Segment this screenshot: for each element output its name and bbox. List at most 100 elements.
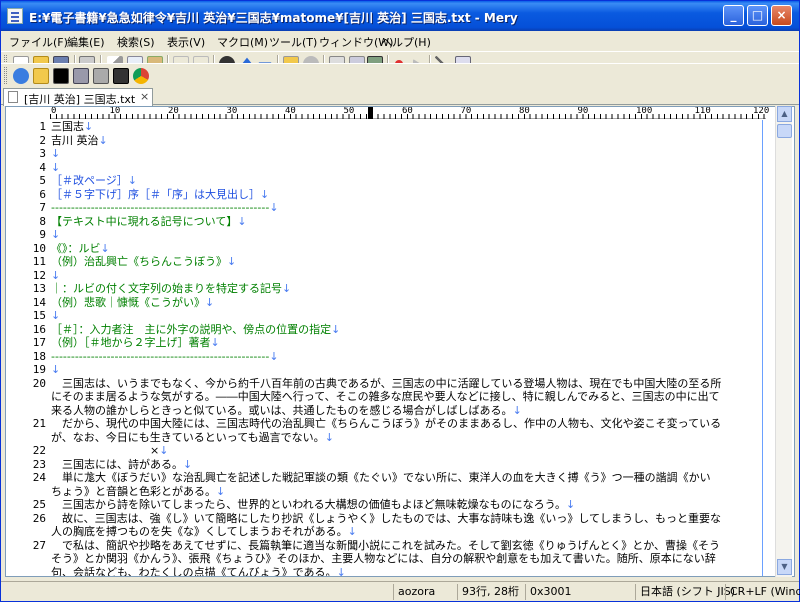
ruler-label: 30 [226, 106, 238, 116]
ruler-label: 120 [753, 106, 770, 116]
tab-label: [吉川 英治] 三国志.txt [24, 93, 136, 106]
menu-view[interactable]: 表示(V) [167, 34, 205, 50]
tab-bar: [吉川 英治] 三国志.txt × [1, 87, 799, 106]
ruler-label: 80 [519, 106, 530, 116]
folder-icon[interactable] [33, 68, 49, 84]
status-encoding[interactable]: 日本語 (シフト JIS) [635, 584, 735, 600]
status-line-ending[interactable]: CR+LF (Windows) [725, 584, 800, 600]
cmd-icon[interactable] [53, 68, 69, 84]
ruler-label: 50 [343, 106, 355, 116]
line-number: 26 [32, 511, 46, 525]
line-text: ----------------------------------------… [51, 201, 270, 214]
newline-marker-icon: ↓ [183, 457, 193, 471]
newline-marker-icon: ↓ [159, 444, 169, 457]
vertical-scrollbar[interactable]: ▲ ▼ [775, 106, 792, 577]
menu-macro[interactable]: マクロ(M) [217, 34, 268, 50]
line-text: 吉川 英治 [51, 133, 99, 147]
line-number: 14 [32, 295, 46, 309]
line-number: 8 [39, 214, 46, 228]
menu-bar: ファイル(F) 編集(E) 検索(S) 表示(V) マクロ(M) ツール(T) … [1, 31, 799, 51]
newline-marker-icon: ↓ [336, 565, 346, 577]
menu-tools[interactable]: ツール(T) [269, 34, 317, 50]
line-text: ----------------------------------------… [51, 349, 270, 363]
line-number: 22 [32, 444, 46, 457]
line-text: 《》：ルビ [51, 241, 101, 255]
ruler-label: 20 [168, 106, 179, 116]
ruler-label: 60 [402, 106, 413, 116]
line-text: （例）悲歌｜慷慨《こうがい》 [51, 295, 205, 309]
chrome-icon[interactable] [133, 68, 149, 84]
status-mode[interactable]: aozora [393, 584, 457, 600]
newline-marker-icon: ↓ [216, 484, 226, 498]
line-number: 13 [32, 282, 46, 295]
newline-marker-icon: ↓ [566, 498, 576, 511]
newline-marker-icon: ↓ [269, 349, 279, 363]
text-line[interactable]: 句、会話なども、わたくしの点描《てんびょう》である。↓ [51, 565, 763, 577]
line-number: 12 [32, 268, 46, 282]
line-text: で私は、簡訳や抄略をあえてせずに、長篇執筆に適当な新聞小説にこれを試みた。そして… [51, 538, 721, 552]
maximize-button[interactable]: □ [747, 5, 768, 26]
title-bar[interactable]: E:¥電子書籍¥急急如律令¥吉川 英治¥三国志¥matome¥[吉川 英治] 三… [1, 1, 799, 31]
scroll-down-icon[interactable]: ▼ [777, 559, 792, 575]
putty-icon[interactable] [113, 68, 129, 84]
ruler-label: 90 [577, 106, 589, 116]
newline-marker-icon: ↓ [227, 255, 237, 268]
text-lines[interactable]: 1 三国志↓ 2 吉川 英治↓ 3 ↓ 4 ↓ 5 ［＃改ページ］↓ 6 ［＃５字下げ］序［＃「序」は… [6, 120, 766, 577]
calculator-icon[interactable] [73, 68, 89, 84]
line-text: 三国志から詩を除いてしまったら、世界的といわれる大構想の価値もよほど無味乾燥なも… [51, 498, 567, 511]
newline-marker-icon: ↓ [127, 174, 137, 187]
newline-marker-icon: ↓ [269, 201, 279, 214]
line-text: × [51, 444, 160, 457]
line-number: 16 [32, 322, 46, 336]
line-number: 24 [32, 471, 46, 484]
newline-marker-icon: ↓ [237, 214, 247, 228]
column-ruler: 0 10 20 30 40 50 60 70 80 90 100 110 120 [50, 106, 770, 119]
newline-marker-icon: ↓ [51, 160, 61, 174]
menu-help[interactable]: ヘルプ(H) [381, 34, 431, 50]
menu-edit[interactable]: 編集(E) [67, 34, 105, 50]
line-text: （例）治乱興亡《ちらんこうぼう》 [51, 255, 227, 268]
ruler-label: 0 [51, 106, 57, 116]
tools-icon[interactable] [93, 68, 109, 84]
scroll-up-icon[interactable]: ▲ [777, 106, 792, 122]
line-number: 18 [32, 349, 46, 363]
newline-marker-icon: ↓ [51, 268, 61, 282]
line-text: ちょう》と音韻と色彩とがある。 [51, 484, 216, 498]
newline-marker-icon: ↓ [51, 363, 61, 376]
line-text: 句、会話なども、わたくしの点描《てんびょう》である。 [51, 565, 337, 577]
line-text: （例）［＃地から２字上げ］著者 [51, 336, 211, 349]
line-number: 2 [39, 133, 46, 147]
status-bar: aozora 93行, 28桁 0x3001 日本語 (シフト JIS) CR+… [1, 581, 800, 601]
ie-icon[interactable] [13, 68, 29, 84]
line-number: 5 [39, 174, 46, 187]
line-number: 17 [32, 336, 46, 349]
ruler-caret-marker [368, 107, 373, 119]
toolbar-grip[interactable] [4, 67, 7, 84]
line-text: ［＃５字下げ］序［＃「序」は大見出し］ [51, 187, 260, 201]
minimize-button[interactable]: _ [723, 5, 744, 26]
tab-document[interactable]: [吉川 英治] 三国志.txt × [3, 88, 153, 106]
line-text: 三国志は、いうまでもなく、今から約千八百年前の古典であるが、三国志の中に活躍して… [51, 376, 722, 390]
close-button[interactable]: × [771, 5, 792, 26]
newline-marker-icon: ↓ [282, 282, 292, 295]
newline-marker-icon: ↓ [51, 228, 61, 241]
line-text: 故に、三国志は、強《し》いて簡略にしたり抄訳《しょうやく》したものでは、大事な詩… [51, 511, 722, 525]
ruler-label: 70 [460, 106, 472, 116]
menu-file[interactable]: ファイル(F) [9, 34, 68, 50]
tab-close-icon[interactable]: × [140, 90, 149, 103]
line-number: 19 [32, 363, 46, 376]
newline-marker-icon: ↓ [100, 241, 110, 255]
ruler-label: 100 [636, 106, 653, 116]
line-text: が、なお、今日にも生きているといっても過言でない。 [51, 430, 325, 444]
ruler-label: 40 [285, 106, 296, 116]
line-number: 9 [39, 228, 46, 241]
line-text: 三国志 [51, 120, 84, 133]
external-tools-toolbar [1, 63, 799, 87]
menu-search[interactable]: 検索(S) [117, 34, 155, 50]
line-number: 25 [32, 498, 46, 511]
app-icon[interactable] [7, 8, 23, 24]
newline-marker-icon: ↓ [347, 525, 357, 538]
line-text: ［＃］：入力者注 主に外字の説明や、傍点の位置の指定 [51, 322, 332, 336]
editor-area[interactable]: 0 10 20 30 40 50 60 70 80 90 100 110 120 1 三国志 ↓ 2 吉川 英治… [5, 106, 795, 577]
scroll-thumb[interactable] [777, 124, 792, 138]
